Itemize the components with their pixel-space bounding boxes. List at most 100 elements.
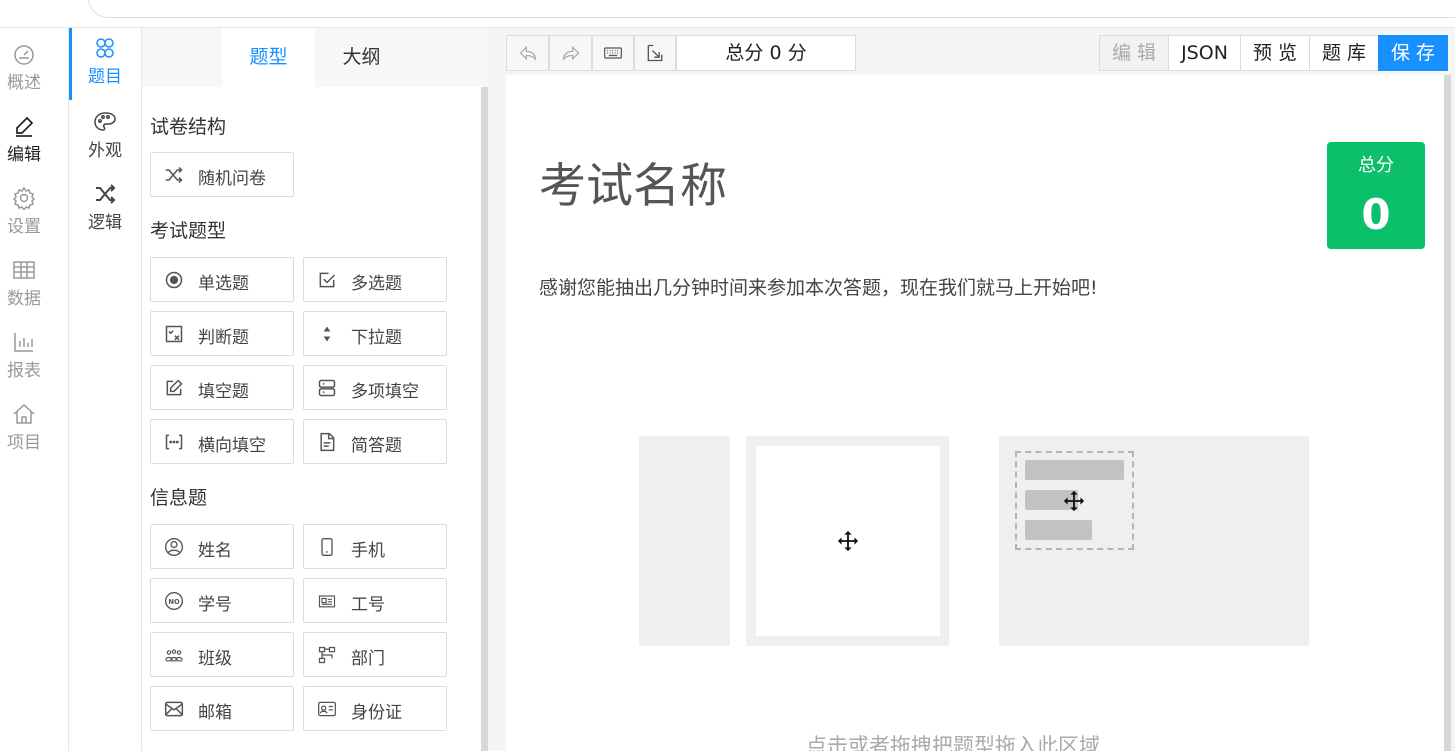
nav-label: 概述 bbox=[7, 73, 41, 93]
illustration-panel-right bbox=[999, 436, 1309, 646]
json-button[interactable]: JSON bbox=[1168, 35, 1241, 71]
bar-chart-icon bbox=[0, 330, 48, 356]
import-button[interactable] bbox=[634, 35, 676, 71]
nav-label: 报表 bbox=[7, 361, 41, 381]
radio-icon bbox=[164, 270, 184, 290]
address-bar[interactable] bbox=[88, 0, 1455, 18]
dashboard-icon bbox=[0, 42, 48, 68]
panel-scrollbar[interactable] bbox=[481, 87, 488, 751]
email-field-button[interactable]: 邮箱 bbox=[150, 686, 294, 731]
button-label: 工号 bbox=[351, 595, 385, 615]
button-label: 身份证 bbox=[351, 703, 402, 723]
nav-label: 设置 bbox=[7, 217, 41, 237]
move-cursor-icon bbox=[837, 530, 859, 552]
dropdown-button[interactable]: 下拉题 bbox=[303, 311, 447, 356]
edit-button[interactable]: 编 辑 bbox=[1099, 35, 1169, 71]
nav-item-report[interactable]: 报表 bbox=[0, 330, 48, 381]
name-field-button[interactable]: 姓名 bbox=[150, 524, 294, 569]
short-answer-button[interactable]: 简答题 bbox=[303, 419, 447, 464]
id-card-field-button[interactable]: 身份证 bbox=[303, 686, 447, 731]
nav-item-project[interactable]: 项目 bbox=[0, 402, 48, 453]
button-label: 横向填空 bbox=[198, 436, 266, 456]
palette-icon bbox=[69, 110, 141, 136]
button-label: 填空题 bbox=[198, 382, 249, 402]
browser-toolbar bbox=[0, 0, 1455, 28]
keyboard-button[interactable] bbox=[592, 35, 634, 71]
keyboard-icon bbox=[604, 47, 622, 59]
sub-nav-questions[interactable]: 题目 bbox=[69, 36, 141, 87]
question-bank-button[interactable]: 题 库 bbox=[1309, 35, 1379, 71]
nav-item-data[interactable]: 数据 bbox=[0, 258, 48, 309]
department-field-button[interactable]: 部门 bbox=[303, 632, 447, 677]
nav-item-overview[interactable]: 概述 bbox=[0, 42, 48, 93]
nav-label: 项目 bbox=[7, 433, 41, 453]
tab-outline[interactable]: 大纲 bbox=[315, 28, 408, 87]
sub-nav-appearance[interactable]: 外观 bbox=[69, 110, 141, 161]
button-label: 简答题 bbox=[351, 436, 402, 456]
nav-item-settings[interactable]: 设置 bbox=[0, 186, 48, 237]
clover-icon bbox=[69, 36, 141, 62]
student-id-button[interactable]: NO 学号 bbox=[150, 578, 294, 623]
multiple-choice-button[interactable]: 多选题 bbox=[303, 257, 447, 302]
edit-icon bbox=[164, 378, 184, 398]
true-false-button[interactable]: 判断题 bbox=[150, 311, 294, 356]
sub-nav-label: 题目 bbox=[88, 67, 122, 87]
nav-label: 数据 bbox=[7, 289, 41, 309]
exam-paper: 考试名称 总分 0 感谢您能抽出几分钟时间来参加本次答题，现在我们就马上开始吧!… bbox=[506, 75, 1444, 751]
dropdown-icon bbox=[317, 324, 337, 344]
checkbox-icon bbox=[317, 270, 337, 290]
phone-field-button[interactable]: 手机 bbox=[303, 524, 447, 569]
question-type-panel: 题型 大纲 试卷结构 随机问卷 考试题型 单选题 多选题 判断题 下拉题 填空题 bbox=[142, 28, 488, 751]
save-button[interactable]: 保 存 bbox=[1378, 35, 1448, 71]
gear-icon bbox=[0, 186, 48, 212]
fill-blank-button[interactable]: 填空题 bbox=[150, 365, 294, 410]
redo-button[interactable] bbox=[549, 35, 592, 71]
random-paper-button[interactable]: 随机问卷 bbox=[150, 152, 294, 197]
home-icon bbox=[0, 402, 48, 428]
phone-icon bbox=[317, 537, 337, 557]
left-nav: 概述 编辑 设置 数据 报表 项目 bbox=[0, 28, 69, 751]
illustration-panel-left bbox=[639, 436, 730, 646]
sub-nav-label: 逻辑 bbox=[88, 213, 122, 233]
inline-fill-icon bbox=[164, 432, 184, 452]
button-label: 学号 bbox=[198, 595, 232, 615]
drop-zone-illustration[interactable] bbox=[639, 436, 1309, 647]
section-title-info: 信息题 bbox=[150, 487, 208, 509]
document-icon bbox=[317, 432, 337, 452]
button-label: 随机问卷 bbox=[198, 169, 266, 189]
shuffle-icon bbox=[69, 182, 141, 208]
pen-icon bbox=[0, 114, 48, 140]
id-badge-icon bbox=[317, 591, 337, 611]
inline-fill-button[interactable]: 横向填空 bbox=[150, 419, 294, 464]
employee-id-button[interactable]: 工号 bbox=[303, 578, 447, 623]
svg-text:NO: NO bbox=[168, 598, 180, 606]
mail-icon bbox=[164, 699, 184, 719]
app-root: 概述 编辑 设置 数据 报表 项目 题目 外观 逻辑 题型 大纲 试卷结构 随机… bbox=[0, 0, 1455, 751]
multi-fill-button[interactable]: 多项填空 bbox=[303, 365, 447, 410]
button-label: 单选题 bbox=[198, 274, 249, 294]
total-score-display: 总分 0 分 bbox=[676, 35, 856, 71]
class-field-button[interactable]: 班级 bbox=[150, 632, 294, 677]
sub-nav-logic[interactable]: 逻辑 bbox=[69, 182, 141, 233]
exam-title[interactable]: 考试名称 bbox=[539, 147, 727, 216]
exam-description[interactable]: 感谢您能抽出几分钟时间来参加本次答题，现在我们就马上开始吧! bbox=[539, 273, 1098, 300]
drop-zone-hint: 点击或者拖拽把题型拖入此区域 bbox=[806, 734, 1100, 751]
preview-button[interactable]: 预 览 bbox=[1240, 35, 1310, 71]
sub-nav: 题目 外观 逻辑 bbox=[69, 28, 142, 751]
nav-item-edit[interactable]: 编辑 bbox=[0, 114, 48, 165]
undo-button[interactable] bbox=[506, 35, 549, 71]
button-label: 多项填空 bbox=[351, 382, 419, 402]
tab-question-types[interactable]: 题型 bbox=[222, 28, 315, 87]
single-choice-button[interactable]: 单选题 bbox=[150, 257, 294, 302]
score-card-value: 0 bbox=[1361, 190, 1391, 239]
button-label: 多选题 bbox=[351, 274, 402, 294]
button-label: 姓名 bbox=[198, 541, 232, 561]
number-icon: NO bbox=[164, 591, 184, 611]
sub-nav-label: 外观 bbox=[88, 141, 122, 161]
button-label: 班级 bbox=[198, 649, 232, 669]
button-label: 手机 bbox=[351, 541, 385, 561]
class-icon bbox=[164, 645, 184, 665]
canvas-scrollbar[interactable] bbox=[1444, 75, 1451, 751]
total-score-card: 总分 0 bbox=[1327, 142, 1425, 249]
section-title-exam-types: 考试题型 bbox=[150, 220, 227, 242]
